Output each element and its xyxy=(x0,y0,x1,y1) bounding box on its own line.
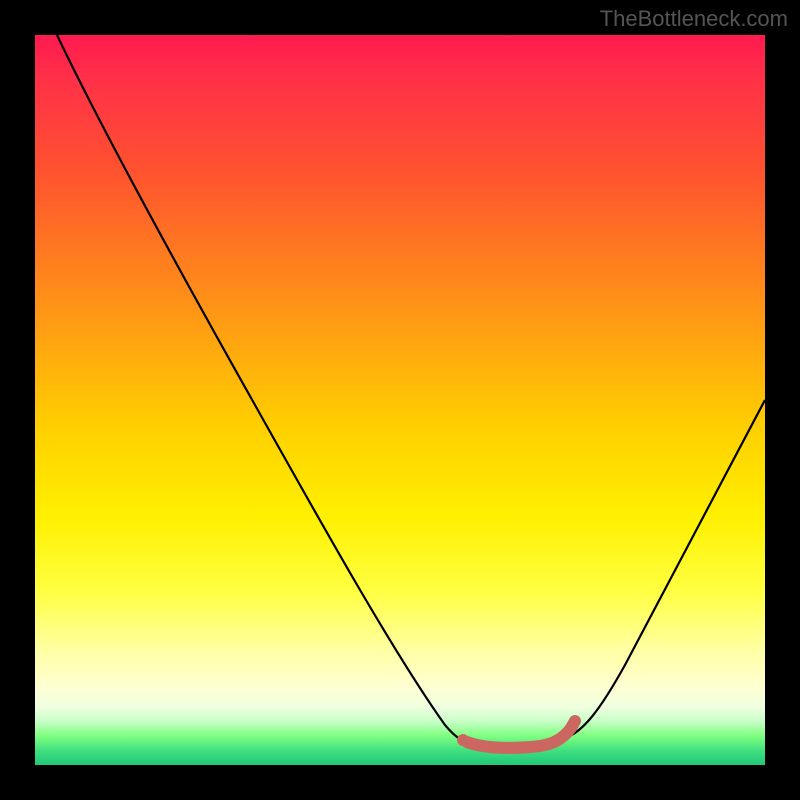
optimal-range-marker-path xyxy=(467,721,575,748)
plot-area xyxy=(35,35,765,765)
chart-svg xyxy=(35,35,765,765)
bottleneck-curve-path xyxy=(57,35,765,747)
watermark-text: TheBottleneck.com xyxy=(600,6,788,32)
